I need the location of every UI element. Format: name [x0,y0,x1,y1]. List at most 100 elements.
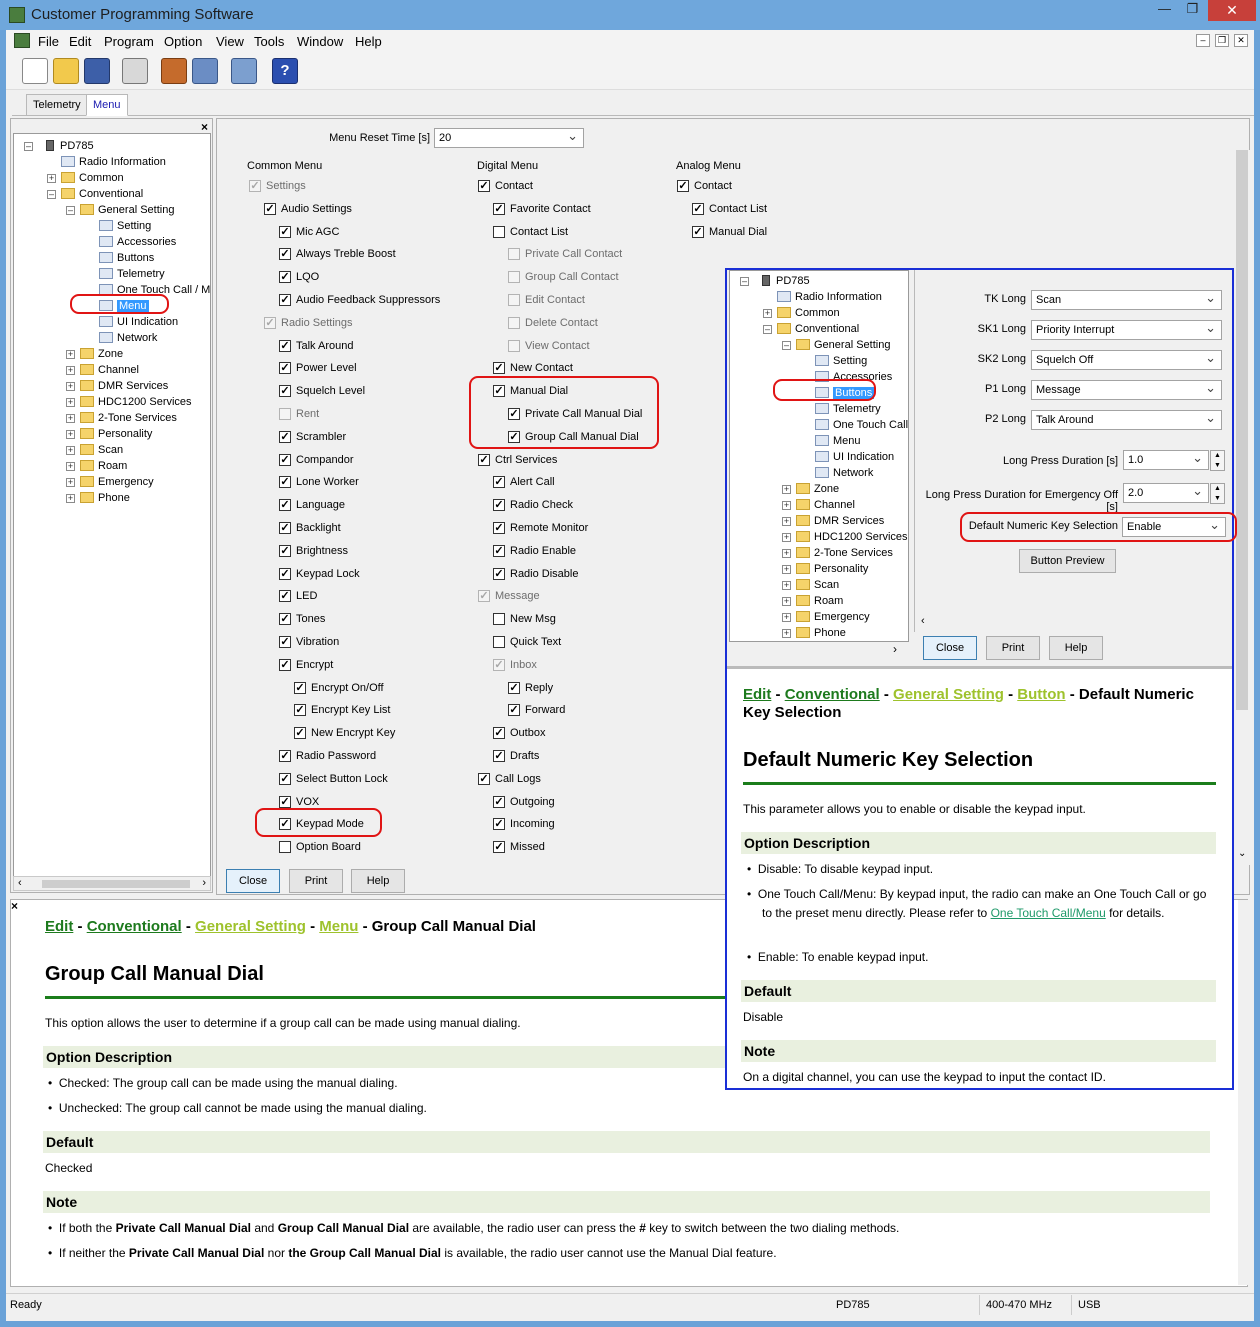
inset-tree-node-scan[interactable]: Scan [796,577,839,593]
digital-checkbox-remote-monitor[interactable]: ✓ Remote Monitor [493,521,588,535]
inset-tree[interactable]: PD785– Radio Information Common + Convention… [729,270,909,642]
read-radio-icon[interactable] [161,58,187,84]
inset-tree-node-conventional[interactable]: Conventional [777,321,859,337]
digital-checkbox-quick-text[interactable]: Quick Text [493,635,561,649]
tree-node-zone[interactable]: Zone [80,346,123,362]
inset-hscrollbar[interactable]: ‹ [917,615,1230,631]
tree-node-general-setting[interactable]: General Setting [80,202,174,218]
menu-window[interactable]: Window [297,34,343,49]
menu-help[interactable]: Help [355,34,382,49]
expand-icon[interactable]: + [782,629,791,638]
button-row-select[interactable]: Talk Around [1031,410,1222,430]
crumb-edit[interactable]: Edit [45,918,73,935]
inset-tree-node-menu[interactable]: Menu [815,433,861,449]
inset-tree-root[interactable]: PD785 [758,273,810,289]
expand-icon[interactable]: + [66,494,75,503]
analog-checkbox-manual-dial[interactable]: ✓ Manual Dial [692,225,767,239]
collapse-icon[interactable]: – [782,341,791,350]
inset-tree-node-telemetry[interactable]: Telemetry [815,401,881,417]
expand-icon[interactable]: + [66,446,75,455]
tree-root[interactable]: PD785 [42,138,94,154]
menu-tools[interactable]: Tools [254,34,284,49]
expand-icon[interactable]: + [66,350,75,359]
maximize-button[interactable]: ❐ [1179,1,1206,21]
common-checkbox-lone-worker[interactable]: ✓ Lone Worker [279,475,359,489]
tree-node-setting[interactable]: Setting [99,218,151,234]
menu-view[interactable]: View [216,34,244,49]
inset-tree-node-one-touch-call-me[interactable]: One Touch Call / Me [815,417,908,433]
mdi-restore-button[interactable]: ❐ [1215,34,1229,47]
inset-splitter[interactable] [727,666,1232,669]
common-checkbox-encrypt-key-list[interactable]: ✓ Encrypt Key List [294,703,390,717]
tree-node-accessories[interactable]: Accessories [99,234,176,250]
help-vscrollbar[interactable] [1238,900,1248,1285]
expand-icon[interactable]: + [66,382,75,391]
common-checkbox-tones[interactable]: ✓ Tones [279,612,325,626]
digital-checkbox-contact[interactable]: ✓ Contact [478,179,533,193]
expand-icon[interactable]: + [66,366,75,375]
tree-node-ui-indication[interactable]: UI Indication [99,314,178,330]
tree-node-network[interactable]: Network [99,330,157,346]
tree-node-personality[interactable]: Personality [80,426,152,442]
tree-node-radio-information[interactable]: Radio Information [61,154,166,170]
menu-option[interactable]: Option [164,34,202,49]
clone-icon[interactable] [231,58,257,84]
common-checkbox-led[interactable]: ✓ LED [279,589,317,603]
tree-node-phone[interactable]: Phone [80,490,130,506]
expand-icon[interactable]: + [66,462,75,471]
tree-node-roam[interactable]: Roam [80,458,127,474]
inset-tree-node-general-setting[interactable]: General Setting [796,337,890,353]
menu-program[interactable]: Program [104,34,154,49]
common-checkbox-encrypt[interactable]: ✓ Encrypt [279,658,333,672]
expand-icon[interactable]: + [66,430,75,439]
help-pane-close-icon[interactable]: × [11,899,18,913]
long-press-input[interactable]: 1.0 [1123,450,1209,470]
tree-node-buttons[interactable]: Buttons [99,250,154,266]
digital-checkbox-alert-call[interactable]: ✓ Alert Call [493,475,555,489]
digital-checkbox-call-logs[interactable]: ✓ Call Logs [478,772,541,786]
digital-checkbox-incoming[interactable]: ✓ Incoming [493,817,555,831]
tree-node-dmr-services[interactable]: DMR Services [80,378,168,394]
mdi-minimize-button[interactable]: – [1196,34,1210,47]
common-checkbox-lqo[interactable]: ✓ LQO [279,270,319,284]
common-checkbox-select-button-lock[interactable]: ✓ Select Button Lock [279,772,388,786]
common-checkbox-audio-settings[interactable]: ✓ Audio Settings [264,202,352,216]
one-touch-link[interactable]: One Touch Call/Menu [991,906,1106,920]
expand-icon[interactable]: + [782,597,791,606]
new-file-icon[interactable] [22,58,48,84]
digital-checkbox-new-contact[interactable]: ✓ New Contact [493,361,573,375]
inset-tree-node-emergency[interactable]: Emergency [796,609,870,625]
expand-icon[interactable]: + [782,613,791,622]
menu-file[interactable]: File [38,34,59,49]
expand-icon[interactable]: + [66,414,75,423]
tree-node-common[interactable]: Common [61,170,124,186]
inset-tree-scroll-right[interactable]: › [893,642,897,656]
collapse-icon[interactable]: – [47,190,56,199]
inset-tree-node-common[interactable]: Common [777,305,840,321]
tree-node-2-tone-services[interactable]: 2-Tone Services [80,410,177,426]
inset-print-button[interactable]: Print [986,636,1040,660]
button-row-select[interactable]: Priority Interrupt [1031,320,1222,340]
inset-crumb-conventional[interactable]: Conventional [785,686,880,703]
common-checkbox-encrypt-on-off[interactable]: ✓ Encrypt On/Off [294,681,384,695]
inset-crumb-general-setting[interactable]: General Setting [893,686,1004,703]
inset-tree-node-ui-indication[interactable]: UI Indication [815,449,894,465]
long-press-spinner[interactable]: ▲ ▼ [1210,450,1225,471]
tree-node-conventional[interactable]: Conventional [61,186,143,202]
collapse-icon[interactable]: – [66,206,75,215]
tab-menu[interactable]: Menu [86,94,128,116]
tree-node-telemetry[interactable]: Telemetry [99,266,165,282]
menu-reset-time-select[interactable]: 20 [434,128,584,148]
emergency-off-spinner[interactable]: ▲ ▼ [1210,483,1225,504]
collapse-icon[interactable]: – [763,325,772,334]
digital-checkbox-outgoing[interactable]: ✓ Outgoing [493,795,555,809]
common-checkbox-vox[interactable]: ✓ VOX [279,795,319,809]
tree-node-scan[interactable]: Scan [80,442,123,458]
inset-tree-node-personality[interactable]: Personality [796,561,868,577]
inset-crumb-button[interactable]: Button [1017,686,1065,703]
channel-tree[interactable]: PD785 – Radio Information Common + Convention… [13,133,211,878]
inset-help-button[interactable]: Help [1049,636,1103,660]
collapse-icon[interactable]: – [740,277,749,286]
tab-telemetry[interactable]: Telemetry [26,94,88,116]
expand-icon[interactable]: + [782,485,791,494]
